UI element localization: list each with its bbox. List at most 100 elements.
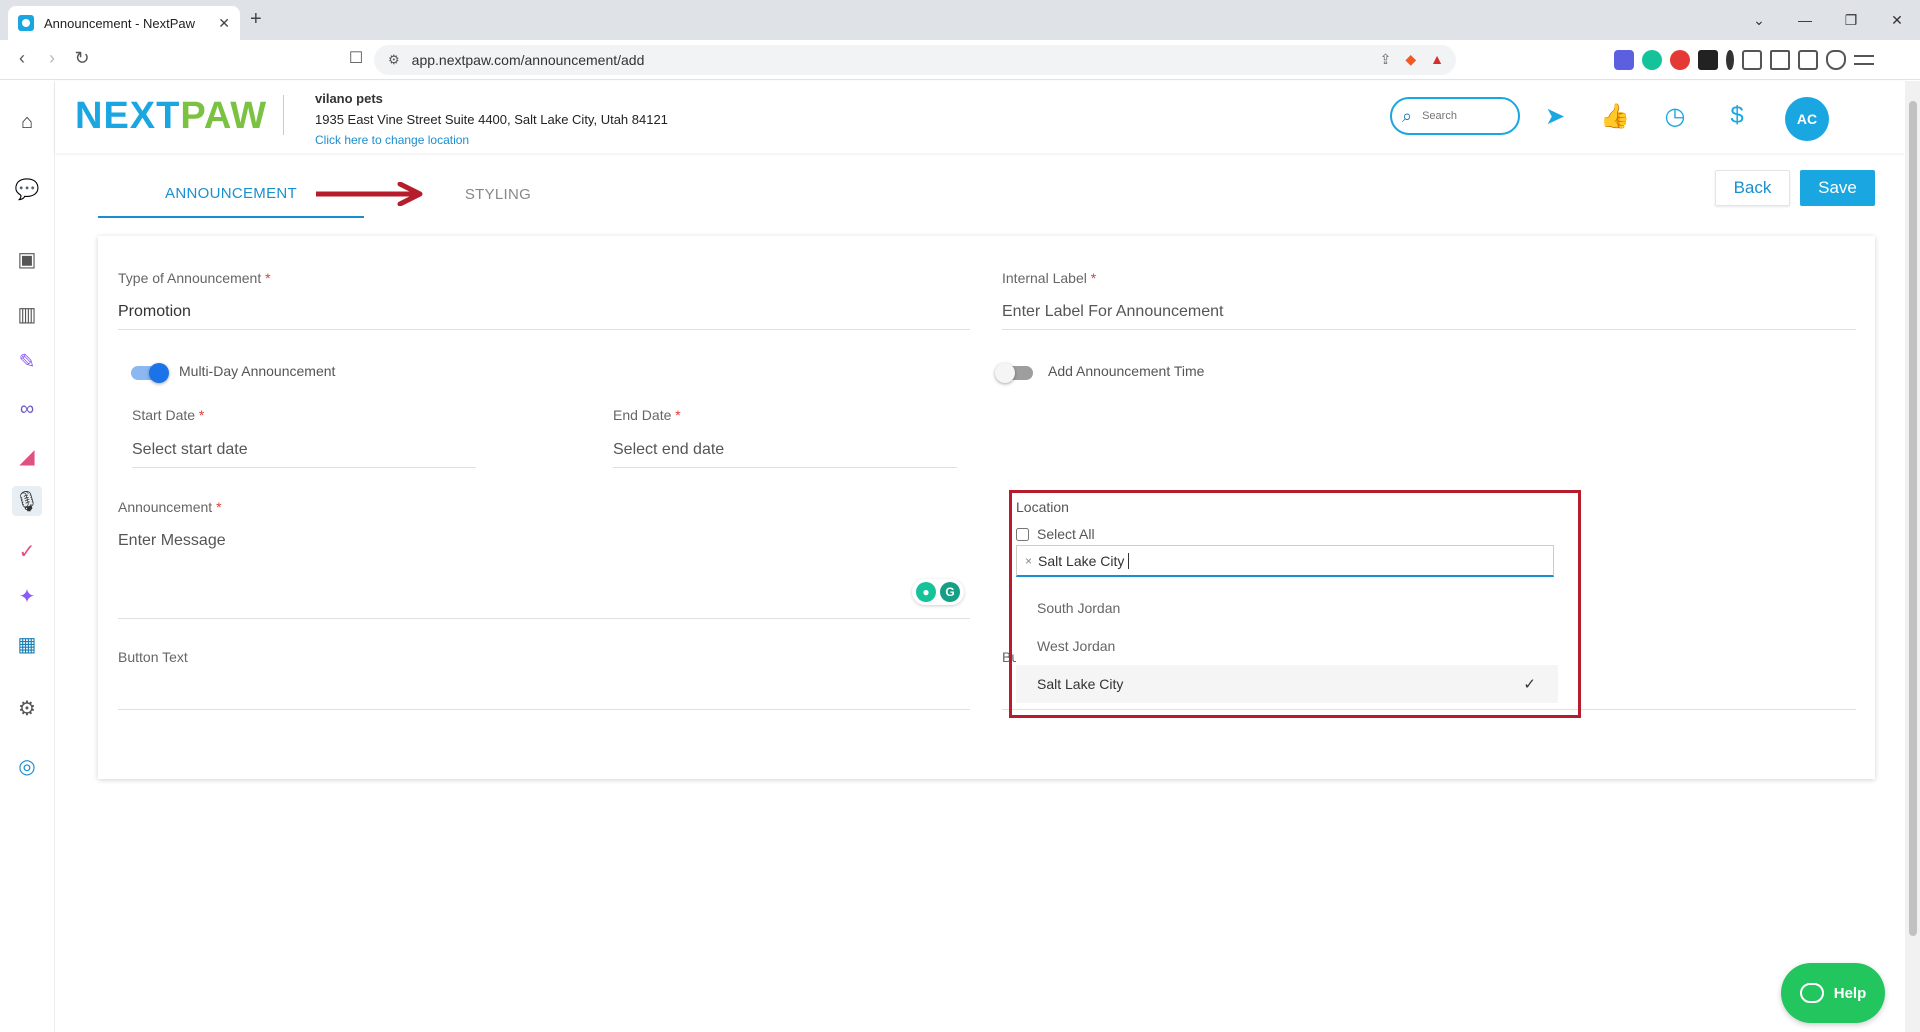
brave-rewards-icon[interactable]: ▲ [1430, 51, 1444, 68]
red-arrow-annotation-icon [316, 182, 423, 206]
extensions-puzzle-icon[interactable] [1742, 50, 1762, 70]
browser-menu-icon[interactable] [1854, 55, 1874, 65]
user-avatar[interactable]: AC [1785, 97, 1829, 141]
gift-icon[interactable]: ✦ [12, 581, 42, 611]
announcement-label-text: Announcement [118, 499, 213, 515]
location-option-label: West Jordan [1037, 638, 1116, 654]
send-paper-plane-icon[interactable]: ➤ [1540, 101, 1570, 131]
text-caret [1128, 552, 1130, 569]
settings-display-icon[interactable]: ⚙ [12, 693, 42, 723]
buildings-icon[interactable]: ▥ [12, 299, 42, 329]
billing-dollar-icon[interactable]: $ [1722, 101, 1752, 131]
restore-window-icon[interactable]: ❐ [1828, 0, 1874, 40]
required-mark: * [216, 499, 222, 515]
extension-4-icon[interactable] [1698, 50, 1718, 70]
location-option[interactable]: West Jordan [1016, 627, 1558, 665]
extension-5-icon[interactable] [1726, 50, 1734, 70]
search-input[interactable] [1422, 110, 1503, 122]
contacts-icon[interactable]: ▣ [12, 244, 42, 274]
end-date-field[interactable] [613, 432, 957, 468]
bookmark-icon[interactable]: ☐ [344, 48, 368, 68]
internal-label-label: Internal Label * [1002, 270, 1096, 286]
end-date-label: End Date * [613, 407, 681, 423]
pencil-icon[interactable]: ✎ [12, 346, 42, 376]
page-tabs: ANNOUNCEMENT STYLING [98, 170, 1878, 220]
multi-day-toggle-knob [149, 363, 169, 383]
required-mark: * [1090, 270, 1097, 286]
internal-label-field[interactable] [1002, 294, 1856, 330]
share-icon[interactable]: ⇪ [1380, 51, 1392, 68]
checkmark-icon: ✓ [1523, 676, 1536, 693]
extension-icons [1614, 50, 1874, 70]
location-label: Location [1016, 499, 1069, 515]
location-option[interactable]: Salt Lake City ✓ [1016, 665, 1558, 703]
address-bar[interactable]: ⚙ app.nextpaw.com/announcement/add ⇪ ◆ ▲ [374, 45, 1456, 75]
help-button[interactable]: Help [1781, 963, 1885, 1023]
announcement-message-field[interactable] [118, 524, 970, 619]
extension-1-icon[interactable] [1614, 50, 1634, 70]
select-all-locations[interactable]: Select All [1016, 526, 1095, 542]
location-option-label: South Jordan [1037, 600, 1121, 616]
megaphone-icon[interactable]: ◢ [12, 441, 42, 471]
location-option[interactable]: South Jordan [1016, 589, 1558, 627]
grammarly-lightbulb-icon[interactable]: ● [916, 582, 936, 602]
announcement-type-field[interactable] [118, 294, 970, 330]
wallet-icon[interactable] [1798, 50, 1818, 70]
grammarly-extension-icon[interactable] [1642, 50, 1662, 70]
analytics-chart-icon[interactable]: ▦ [12, 629, 42, 659]
back-button[interactable]: Back [1715, 170, 1790, 206]
back-arrow-icon[interactable]: ‹ [10, 48, 34, 69]
announcement-label: Announcement * [118, 499, 222, 515]
app-header: NEXTPAW vilano pets 1935 East Vine Stree… [55, 81, 1905, 153]
save-button[interactable]: Save [1800, 170, 1875, 206]
selected-location-chip: Salt Lake City [1038, 552, 1125, 569]
minimize-window-icon[interactable]: — [1782, 0, 1828, 40]
multi-day-toggle[interactable] [131, 363, 169, 383]
required-mark: * [198, 407, 205, 423]
business-info: vilano pets 1935 East Vine Street Suite … [315, 91, 668, 147]
grammarly-widget[interactable]: ● G [912, 579, 964, 605]
tab-search-chevron-icon[interactable]: ⌄ [1736, 0, 1782, 40]
logo-paw-text: PAW [180, 95, 268, 137]
vpn-shield-icon[interactable] [1826, 50, 1846, 70]
chain-link-icon[interactable]: ∞ [12, 394, 42, 424]
forward-arrow-icon[interactable]: › [40, 48, 64, 69]
location-dropdown-menu: South Jordan West Jordan Salt Lake City ✓ [1016, 589, 1558, 703]
close-tab-icon[interactable]: ✕ [218, 15, 230, 32]
logo-next-text: NEXT [75, 95, 181, 137]
change-location-link[interactable]: Click here to change location [315, 133, 668, 147]
address-bar-url[interactable]: app.nextpaw.com/announcement/add [412, 52, 645, 68]
grammarly-g-icon[interactable]: G [940, 582, 960, 602]
extension-3-icon[interactable] [1670, 50, 1690, 70]
microphone-icon[interactable]: 🎙 [12, 486, 42, 516]
scrollbar-thumb[interactable] [1909, 101, 1917, 936]
remove-chip-icon[interactable]: × [1025, 554, 1032, 568]
chat-icon[interactable]: 💬 [12, 174, 42, 204]
page-scrollbar[interactable] [1905, 81, 1920, 1032]
browser-tab[interactable]: Announcement - NextPaw ✕ [8, 6, 240, 40]
header-search[interactable]: ⌕ [1390, 97, 1520, 135]
button-text-label: Button Text [118, 649, 188, 665]
checklist-icon[interactable]: ✓ [12, 536, 42, 566]
tab-styling[interactable]: STYLING [438, 170, 558, 218]
home-icon[interactable]: ⌂ [12, 107, 42, 137]
site-settings-icon[interactable]: ⚙ [388, 52, 400, 68]
add-time-toggle[interactable] [995, 363, 1033, 383]
business-address: 1935 East Vine Street Suite 4400, Salt L… [315, 112, 668, 127]
sidebar-toggle-icon[interactable] [1770, 50, 1790, 70]
clock-icon[interactable]: ◷ [1660, 101, 1690, 131]
start-date-field[interactable] [132, 432, 476, 468]
required-mark: * [265, 270, 271, 286]
new-tab-icon[interactable]: + [250, 8, 262, 31]
award-badge-icon[interactable]: ◎ [12, 751, 42, 781]
type-of-announcement-label: Type of Announcement * [118, 270, 271, 286]
location-multiselect-input[interactable]: × Salt Lake City [1016, 545, 1554, 577]
nextpaw-logo[interactable]: NEXTPAW [75, 95, 267, 138]
close-window-icon[interactable]: ✕ [1874, 0, 1920, 40]
browser-tab-title: Announcement - NextPaw [44, 15, 196, 31]
button-text-field[interactable] [118, 674, 970, 710]
reload-icon[interactable]: ↻ [70, 48, 94, 69]
select-all-checkbox[interactable] [1016, 527, 1029, 541]
brave-shield-icon[interactable]: ◆ [1405, 51, 1416, 68]
reviews-thumbs-up-icon[interactable]: 👍 [1600, 101, 1630, 131]
